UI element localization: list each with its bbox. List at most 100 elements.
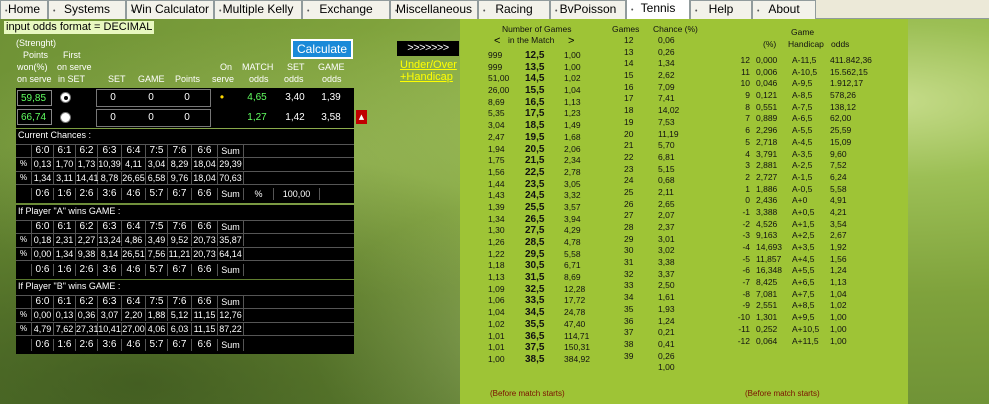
header-game-odds: GAME <box>318 62 345 72</box>
column-value: A-6,5 <box>792 113 813 124</box>
a-row-b: % 0,00 1,34 9,38 8,14 26,51 7,56 11,21 20,73 64,1… <box>16 247 354 261</box>
column-value: 6,24 <box>830 171 847 182</box>
grid-cell: 6:3 <box>98 296 122 308</box>
player-a-set[interactable]: 0 <box>102 92 124 103</box>
grid-cell: 7,56 <box>146 248 168 260</box>
grid-cell: 5,12 <box>168 309 192 321</box>
chance-header: Chance (%) <box>653 24 698 34</box>
handicap-odds-column: 411.842,36 15.562,15 1.912,17 578,26 138,12 6… <box>830 55 872 347</box>
player-b-set[interactable]: 0 <box>102 112 124 123</box>
column-value: 6,81 <box>658 151 675 162</box>
column-value: 26,5 <box>525 213 545 225</box>
column-value: 23,5 <box>525 178 545 190</box>
tab-tennis[interactable]: • Tennis <box>626 0 690 20</box>
b-header-row: 6:0 6:1 6:2 6:3 6:4 7:5 7:6 6:6 Sum <box>16 295 354 309</box>
grid-cell: 1,73 <box>76 158 98 170</box>
odds-format-label: input odds format = DECIMAL <box>4 21 155 34</box>
tab-dot-icon: • <box>555 8 558 15</box>
header-set: SET <box>108 74 126 84</box>
grid-cell: 11,21 <box>168 248 192 260</box>
tab-bar: • Home • Systems • Win Calculator • Multiple Ke… <box>0 0 989 20</box>
grid-cell: 6:0 <box>32 145 54 157</box>
column-value: 0,252 <box>756 323 778 334</box>
current-row-b: % 1,34 3,11 14,41 8,78 26,65 6,58 9,76 18,04 70,6… <box>16 171 354 185</box>
under-odds-column: 999 999 51,00 26,00 8,69 5,35 3,04 2,47 1,94 1,75… <box>488 50 509 366</box>
column-value: 15.562,15 <box>830 66 868 77</box>
chance-column: 0,06 0,26 1,34 2,62 7,09 7,41 14,02 7,53 11,19 5,… <box>658 35 679 374</box>
column-value: 3,94 <box>564 213 581 224</box>
header-set-odds: SET <box>287 62 305 72</box>
column-value: 3 <box>745 160 750 171</box>
grid-cell: 29,39 <box>218 158 244 170</box>
column-value: 1,75 <box>488 155 505 166</box>
tab-help[interactable]: • Help <box>690 0 752 19</box>
column-value: 1,01 <box>488 342 505 353</box>
column-value: 2,727 <box>756 171 778 182</box>
games-prev-button[interactable]: < <box>494 35 500 47</box>
column-value: 1,00 <box>830 323 847 334</box>
tab-miscellaneous[interactable]: • Miscellaneous <box>390 0 478 19</box>
tab-label: Systems <box>63 2 110 16</box>
column-value: 2,11 <box>658 186 674 197</box>
row-lead <box>16 145 32 157</box>
grid-cell: 18,04 <box>192 172 218 184</box>
column-value: 3,791 <box>756 148 778 159</box>
tab-win-calculator[interactable]: • Win Calculator <box>126 0 214 19</box>
grid-cell: 3,11 <box>54 172 76 184</box>
grid-cell: 4,06 <box>146 323 168 335</box>
tab-racing[interactable]: • Racing <box>478 0 550 19</box>
tab-systems[interactable]: • Systems <box>48 0 126 19</box>
player-a-points[interactable]: 0 <box>176 92 198 103</box>
player-b-wins-panel: If Player "B" wins GAME : 6:0 6:1 6:2 6:3 6:… <box>16 280 354 354</box>
handicap-line-column: A-11,5 A-10,5 A-9,5 A-8,5 A-7,5 A-6,5 A-5,5 A-4… <box>792 55 819 347</box>
player-a-points-input[interactable]: 59,85 <box>17 90 52 106</box>
column-value: 25,5 <box>525 201 545 213</box>
player-b-points[interactable]: 0 <box>176 112 198 123</box>
player-b-game[interactable]: 0 <box>140 112 162 123</box>
grid-cell: 0,36 <box>76 309 98 321</box>
grid-cell: 4,11 <box>122 158 146 170</box>
warning-up-icon[interactable]: ▲ <box>356 110 367 124</box>
under-over-arrow-button[interactable]: >>>>>>> <box>397 41 459 56</box>
strength-label: (Strenght) <box>16 38 57 48</box>
grid-cell: 13,24 <box>98 234 122 246</box>
player-b-first-serve-radio[interactable] <box>60 112 71 123</box>
tab-about[interactable]: • About <box>752 0 816 19</box>
grid-cell: 1:6 <box>54 188 76 200</box>
grid-cell: 2,27 <box>76 234 98 246</box>
column-value: 0,046 <box>756 78 778 89</box>
calculate-button[interactable]: Calculate <box>291 39 353 59</box>
grid-cell: 7:5 <box>146 145 168 157</box>
b-row-b: % 4,79 7,62 27,31 10,41 27,00 4,06 6,03 11,15 87,… <box>16 322 354 336</box>
games-next-button[interactable]: > <box>568 35 574 47</box>
player-b-points-input[interactable]: 66,74 <box>17 109 52 125</box>
player-a-game-odds: 1,39 <box>321 92 341 103</box>
column-value: 35,5 <box>525 318 545 330</box>
current-footer-row: 0:6 1:6 2:6 3:6 4:6 5:7 6:7 6:6 Sum% 100,00 <box>16 188 354 200</box>
tab-multiple-kelly[interactable]: • Multiple Kelly <box>214 0 302 19</box>
column-value: 15,09 <box>830 136 852 147</box>
player-a-set-odds: 3,40 <box>285 92 305 103</box>
column-value: 2,65 <box>658 198 675 209</box>
grid-cell: 1:6 <box>54 339 76 351</box>
before-match-note-left: (Before match starts) <box>490 389 565 398</box>
column-value: 18,5 <box>525 120 545 132</box>
grid-cell: 20,73 <box>192 234 218 246</box>
grid-cell: 20,73 <box>192 248 218 260</box>
column-value: 31 <box>624 257 634 268</box>
grid-cell: 2,31 <box>54 234 76 246</box>
grid-cell: Sum <box>218 339 244 351</box>
current-row-a: % 0,13 1,70 1,73 10,39 4,11 3,04 8,29 18,04 29,39 <box>16 158 354 170</box>
under-over-handicap-link[interactable]: Under/Over +Handicap <box>400 59 457 83</box>
tab-bvpoisson[interactable]: • BvPoisson <box>550 0 626 19</box>
column-value: 25,59 <box>830 125 852 136</box>
header-on-serve: on serve <box>57 62 92 72</box>
player-a-first-serve-radio[interactable] <box>60 92 71 103</box>
tab-home[interactable]: • Home <box>0 0 48 19</box>
grid-cell: 87,22 <box>218 323 244 335</box>
player-a-game[interactable]: 0 <box>140 92 162 103</box>
row-lead: % <box>16 158 32 170</box>
tab-exchange[interactable]: • Exchange <box>302 0 390 19</box>
grid-cell: 6:7 <box>168 339 192 351</box>
column-value: 31,5 <box>525 272 545 284</box>
